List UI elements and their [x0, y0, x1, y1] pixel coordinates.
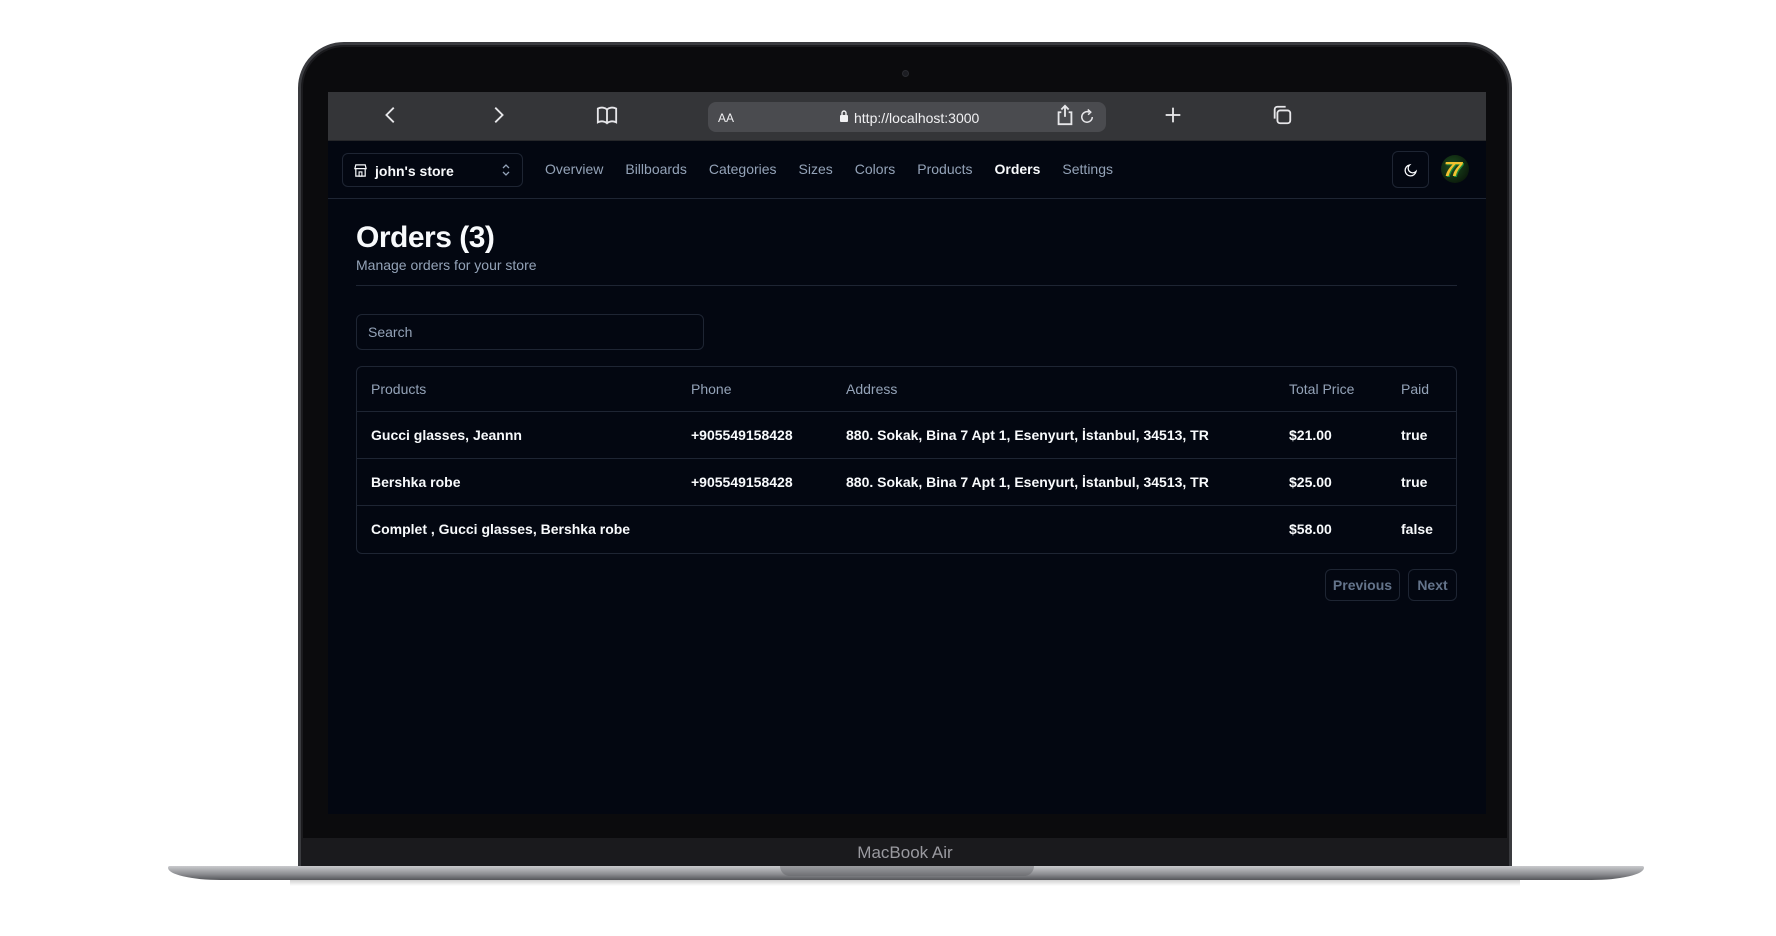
store-switcher[interactable]: john's store: [342, 153, 523, 187]
back-icon[interactable]: [378, 104, 404, 130]
address-bar[interactable]: AA http://localhost:3000: [708, 102, 1106, 132]
column-header-phone: Phone: [677, 367, 832, 412]
tabs-overview-icon[interactable]: [1269, 104, 1295, 130]
nav-orders[interactable]: Orders: [995, 161, 1041, 177]
main-nav: Overview Billboards Categories Sizes Col…: [545, 161, 1135, 177]
table-row: Complet , Gucci glasses, Bershka robe $5…: [357, 505, 1456, 552]
nav-settings[interactable]: Settings: [1062, 161, 1113, 177]
cell-address: 880. Sokak, Bina 7 Apt 1, Esenyurt, İsta…: [832, 411, 1275, 459]
lock-icon: [840, 110, 848, 122]
forward-icon[interactable]: [485, 104, 511, 130]
column-header-paid: Paid: [1387, 367, 1456, 412]
avatar-logo-icon: 77: [1444, 159, 1462, 181]
column-header-products: Products: [357, 367, 677, 412]
column-header-total-price: Total Price: [1275, 367, 1387, 412]
text-size-button[interactable]: AA: [718, 111, 734, 125]
page-title: Orders (3): [356, 221, 495, 254]
divider: [356, 285, 1457, 286]
cell-paid: true: [1387, 458, 1456, 506]
laptop-mockup: AA http://localhost:3000 john's store Ov…: [0, 0, 1776, 936]
previous-page-button[interactable]: Previous: [1325, 569, 1400, 601]
new-tab-icon[interactable]: [1160, 104, 1186, 130]
table-row: Gucci glasses, Jeannn +905549158428 880.…: [357, 411, 1456, 459]
page-heading: Orders (3) Manage orders for your store: [356, 221, 537, 273]
cell-products: Complet , Gucci glasses, Bershka robe: [371, 520, 631, 537]
cell-products: Bershka robe: [357, 458, 677, 506]
chevrons-up-down-icon: [502, 164, 510, 176]
screen: AA http://localhost:3000 john's store Ov…: [328, 92, 1486, 814]
table-header-row: Products Phone Address Total Price Paid: [357, 367, 1456, 412]
page-subtitle: Manage orders for your store: [356, 257, 537, 273]
app-navbar: john's store Overview Billboards Categor…: [328, 141, 1486, 199]
cell-paid: true: [1387, 411, 1456, 459]
laptop-hinge-notch: [780, 866, 1034, 876]
theme-toggle-button[interactable]: [1392, 151, 1429, 188]
next-page-button[interactable]: Next: [1408, 569, 1457, 601]
nav-sizes[interactable]: Sizes: [799, 161, 833, 177]
share-icon[interactable]: [1052, 104, 1078, 130]
moon-icon: [1404, 163, 1418, 177]
nav-colors[interactable]: Colors: [855, 161, 895, 177]
store-icon: [354, 164, 367, 177]
cell-total-price: $58.00: [1289, 520, 1332, 537]
cell-address: 880. Sokak, Bina 7 Apt 1, Esenyurt, İsta…: [832, 458, 1275, 506]
cell-phone: +905549158428: [677, 411, 832, 459]
browser-toolbar: AA http://localhost:3000: [328, 92, 1486, 141]
search-input[interactable]: [356, 314, 704, 350]
nav-overview[interactable]: Overview: [545, 161, 603, 177]
nav-categories[interactable]: Categories: [709, 161, 777, 177]
cell-total-price: $21.00: [1275, 411, 1387, 459]
cell-address: [832, 505, 1275, 552]
column-header-address: Address: [832, 367, 1275, 412]
camera-icon: [902, 70, 909, 77]
store-name: john's store: [375, 163, 454, 179]
cell-products: Gucci glasses, Jeannn: [357, 411, 677, 459]
cell-phone: [677, 505, 832, 552]
table-row: Bershka robe +905549158428 880. Sokak, B…: [357, 458, 1456, 506]
nav-billboards[interactable]: Billboards: [625, 161, 686, 177]
laptop-shadow: [290, 880, 1520, 886]
bookmarks-icon[interactable]: [594, 104, 620, 130]
url-text: http://localhost:3000: [854, 110, 980, 126]
cell-total-price: $25.00: [1275, 458, 1387, 506]
user-avatar[interactable]: 77: [1441, 155, 1469, 183]
cell-phone: +905549158428: [677, 458, 832, 506]
orders-table: Products Phone Address Total Price Paid …: [356, 366, 1457, 554]
reload-icon[interactable]: [1078, 108, 1096, 126]
nav-products[interactable]: Products: [917, 161, 972, 177]
cell-paid: false: [1401, 520, 1433, 537]
